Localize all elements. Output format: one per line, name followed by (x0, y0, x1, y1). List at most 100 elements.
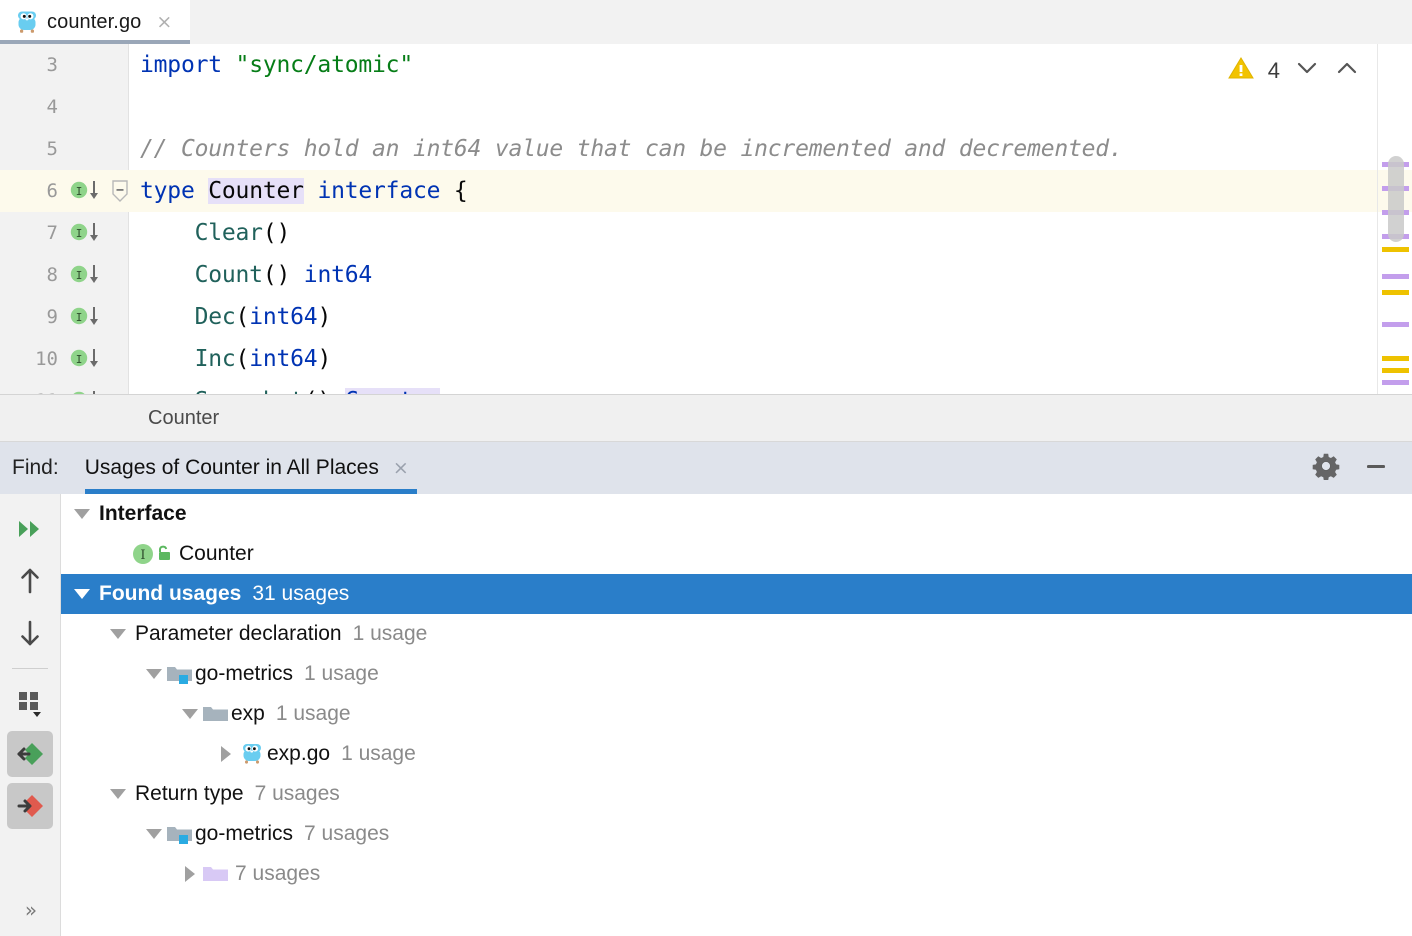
editor-line[interactable]: 4 (0, 86, 1412, 128)
implemented-icon[interactable]: I (70, 221, 104, 245)
tree-row[interactable]: Interface (61, 494, 1412, 534)
svg-text:I: I (76, 227, 83, 240)
go-file-icon (237, 734, 267, 774)
minimize-icon[interactable] (1362, 452, 1390, 485)
editor-line[interactable]: 5// Counters hold an int64 value that ca… (0, 128, 1412, 170)
editor-marker-scrollbar[interactable] (1377, 44, 1412, 394)
implemented-icon[interactable]: I (70, 347, 104, 371)
editor-line[interactable]: 3import "sync/atomic" (0, 44, 1412, 86)
find-tool-window: Find: Usages of Counter in All Places × (0, 442, 1412, 936)
svg-text:I: I (140, 548, 145, 563)
editor-code-area[interactable]: 3import "sync/atomic"45// Counters hold … (0, 44, 1412, 394)
arrow-up-icon (16, 566, 44, 596)
warning-count: 4 (1268, 58, 1280, 84)
tree-row-label: go-metrics (195, 662, 293, 686)
tree-row-usage-count: 1 usage (353, 622, 428, 646)
grid-dropdown-icon (14, 687, 46, 717)
next-occurrence-button[interactable] (7, 610, 53, 656)
tree-row[interactable]: go-metrics1 usage (61, 654, 1412, 694)
show-write-access-button[interactable] (7, 783, 53, 829)
code-text: import "sync/atomic" (140, 52, 413, 78)
editor-line[interactable]: 11 I Snapshot() Counter (0, 380, 1412, 395)
editor-marker[interactable] (1382, 274, 1409, 279)
previous-occurrence-button[interactable] (7, 558, 53, 604)
chevron-down-icon[interactable] (71, 494, 93, 534)
editor-line[interactable]: 10 I Inc(int64) (0, 338, 1412, 380)
tree-row[interactable]: exp.go 1 usage (61, 734, 1412, 774)
editor-line[interactable]: 6 I type Counter interface { (0, 170, 1412, 212)
warning-triangle-icon (1228, 56, 1254, 85)
tree-row[interactable]: Return type7 usages (61, 774, 1412, 814)
previous-problem-icon[interactable] (1334, 59, 1360, 82)
module-icon (165, 654, 195, 694)
chevron-right-icon[interactable] (179, 854, 201, 894)
tree-row-label: exp.go (267, 742, 330, 766)
read-access-icon (13, 739, 47, 769)
tree-row[interactable]: exp 1 usage (61, 694, 1412, 734)
line-number: 4 (0, 96, 58, 118)
implemented-icon[interactable]: I (70, 305, 104, 329)
ide-window: counter.go × 3import "sync/atomic"45// C… (0, 0, 1412, 936)
write-access-icon (13, 791, 47, 821)
rerun-search-button[interactable] (7, 506, 53, 552)
editor-line[interactable]: 8 I Count() int64 (0, 254, 1412, 296)
tree-row[interactable]: I Counter (61, 534, 1412, 574)
usages-tree[interactable]: Interface I CounterFound usages31 usages… (61, 494, 1412, 936)
breadcrumb-item-counter[interactable]: Counter (148, 407, 219, 430)
chevron-down-icon[interactable] (107, 774, 129, 814)
tree-row[interactable]: Parameter declaration 1 usage (61, 614, 1412, 654)
tree-row-usage-count: 1 usage (276, 702, 351, 726)
tree-row[interactable]: 7 usages (61, 854, 1412, 894)
chevron-down-icon[interactable] (143, 654, 165, 694)
fold-collapse-icon[interactable] (112, 180, 128, 202)
editor-marker[interactable] (1382, 368, 1409, 373)
tree-row-usage-count: 7 usages (235, 862, 320, 886)
editor-line[interactable]: 9 I Dec(int64) (0, 296, 1412, 338)
find-tab-usages[interactable]: Usages of Counter in All Places × (85, 442, 417, 494)
close-icon[interactable]: × (156, 13, 172, 32)
find-toolbar: » (0, 494, 61, 936)
tree-no-toggle (107, 534, 129, 574)
chevron-down-icon[interactable] (179, 694, 201, 734)
module-icon (165, 814, 195, 854)
tree-row-label: Return type (135, 782, 244, 806)
code-text: type Counter interface { (140, 178, 468, 204)
chevron-down-icon[interactable] (143, 814, 165, 854)
chevron-right-icon[interactable] (215, 734, 237, 774)
editor-line[interactable]: 7 I Clear() (0, 212, 1412, 254)
gear-icon[interactable] (1312, 452, 1340, 485)
toolbar-separator (12, 668, 48, 669)
implemented-icon[interactable]: I (70, 389, 104, 395)
implemented-icon[interactable]: I (70, 179, 104, 203)
tree-row-label: Parameter declaration (135, 622, 342, 646)
breadcrumb[interactable]: Counter (0, 395, 1412, 442)
implemented-icon[interactable]: I (70, 263, 104, 287)
tree-row[interactable]: go-metrics7 usages (61, 814, 1412, 854)
close-icon[interactable]: × (393, 459, 409, 478)
tree-row-label: exp (231, 702, 265, 726)
find-tab-label: Usages of Counter in All Places (85, 456, 379, 480)
editor-marker[interactable] (1382, 356, 1409, 361)
tree-row[interactable]: Found usages31 usages (61, 574, 1412, 614)
chevron-down-icon[interactable] (71, 574, 93, 614)
show-read-access-button[interactable] (7, 731, 53, 777)
editor-marker[interactable] (1382, 380, 1409, 385)
tree-row-usage-count: 31 usages (252, 582, 349, 606)
editor-marker[interactable] (1382, 322, 1409, 327)
arrow-down-icon (16, 618, 44, 648)
editor-marker[interactable] (1382, 290, 1409, 295)
next-problem-icon[interactable] (1294, 59, 1320, 82)
editor-marker[interactable] (1382, 247, 1409, 252)
code-editor[interactable]: 3import "sync/atomic"45// Counters hold … (0, 44, 1412, 395)
group-by-button[interactable] (7, 679, 53, 725)
line-number: 11 (0, 390, 58, 395)
code-text: Inc(int64) (140, 346, 331, 372)
toolbar-overflow-button[interactable]: » (0, 898, 60, 922)
find-tool-window-body: » Interface I CounterFound usages31 usag… (0, 494, 1412, 936)
tree-row-usage-count: 1 usage (341, 742, 416, 766)
line-number: 10 (0, 348, 58, 370)
editor-tab-counter-go[interactable]: counter.go × (0, 0, 190, 44)
editor-scrollbar-thumb[interactable] (1388, 156, 1404, 242)
chevron-down-icon[interactable] (107, 614, 129, 654)
inspection-widget[interactable]: 4 (1228, 56, 1360, 85)
